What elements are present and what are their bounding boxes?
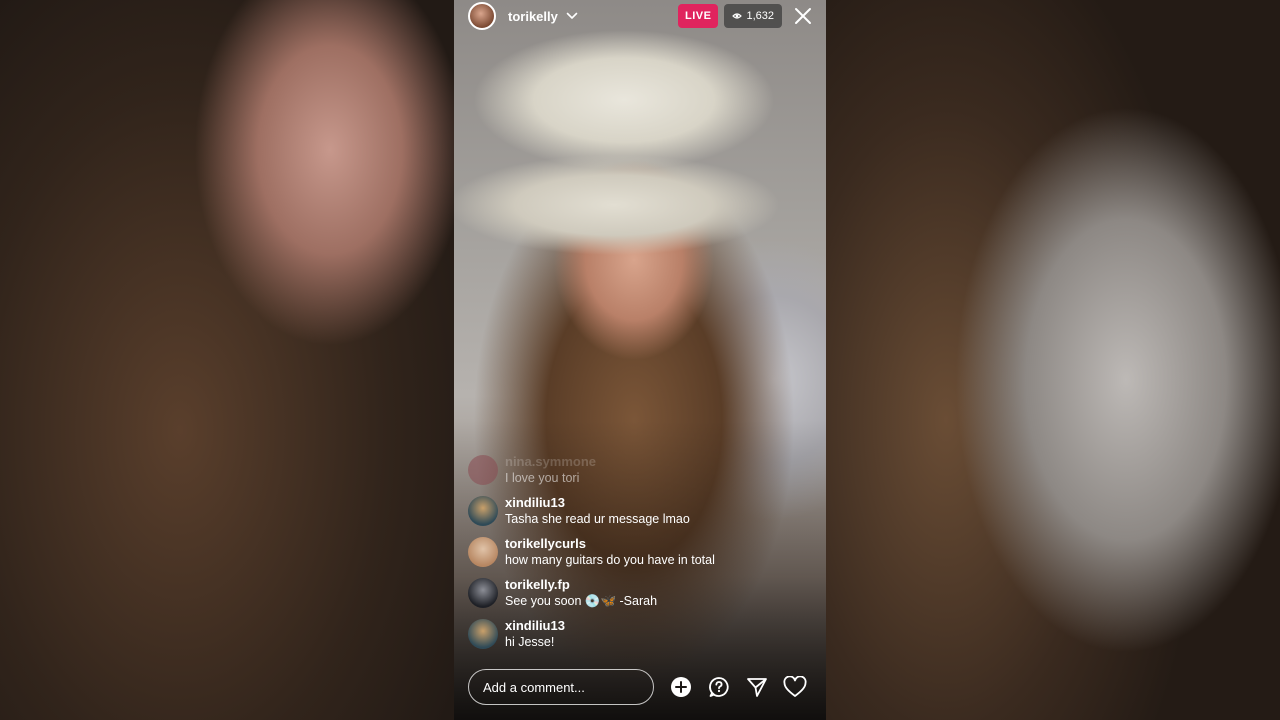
comment-feed: nina.symmone I love you tori xindiliu13 … [468,454,812,659]
commenter-username[interactable]: torikelly.fp [505,577,657,593]
commenter-username[interactable]: xindiliu13 [505,495,690,511]
add-button[interactable] [668,674,694,700]
like-button[interactable] [782,674,808,700]
eye-icon [732,13,743,19]
live-header: torikelly LIVE 1,632 [468,0,812,32]
question-icon [709,677,729,697]
live-badge: LIVE [678,4,719,28]
comment-text: how many guitars do you have in total [505,553,715,567]
share-button[interactable] [744,674,770,700]
plus-circle-icon [671,677,691,697]
close-icon[interactable] [794,7,812,25]
comment-text: hi Jesse! [505,635,555,649]
host-username[interactable]: torikelly [508,9,558,24]
viewer-count: 1,632 [746,10,774,22]
question-button[interactable] [706,674,732,700]
viewer-count-badge: 1,632 [724,4,782,28]
comment-item: torikelly.fp See you soon 💿🦋 -Sarah [468,577,812,609]
live-stream-view: torikelly LIVE 1,632 nina.symmone I love… [454,0,826,720]
comment-text: I love you tori [505,471,580,485]
comment-text: Tasha she read ur message lmao [505,512,690,526]
commenter-avatar[interactable] [468,496,498,526]
heart-icon [783,676,807,697]
commenter-username[interactable]: xindiliu13 [505,618,565,634]
commenter-avatar[interactable] [468,455,498,485]
commenter-avatar[interactable] [468,537,498,567]
chevron-down-icon[interactable] [566,10,578,22]
comment-item: xindiliu13 Tasha she read ur message lma… [468,495,812,527]
comment-text: See you soon 💿🦋 -Sarah [505,594,658,608]
commenter-avatar[interactable] [468,578,498,608]
send-icon [747,678,767,697]
commenter-avatar[interactable] [468,619,498,649]
backdrop-left [0,0,454,720]
backdrop-right [826,0,1280,720]
composer-bar [468,668,812,706]
host-avatar[interactable] [468,2,496,30]
comment-item: torikellycurls how many guitars do you h… [468,536,812,568]
comment-item: nina.symmone I love you tori [468,454,812,486]
comment-item: xindiliu13 hi Jesse! [468,618,812,650]
commenter-username[interactable]: torikellycurls [505,536,715,552]
comment-input[interactable] [468,669,654,705]
commenter-username[interactable]: nina.symmone [505,454,596,470]
